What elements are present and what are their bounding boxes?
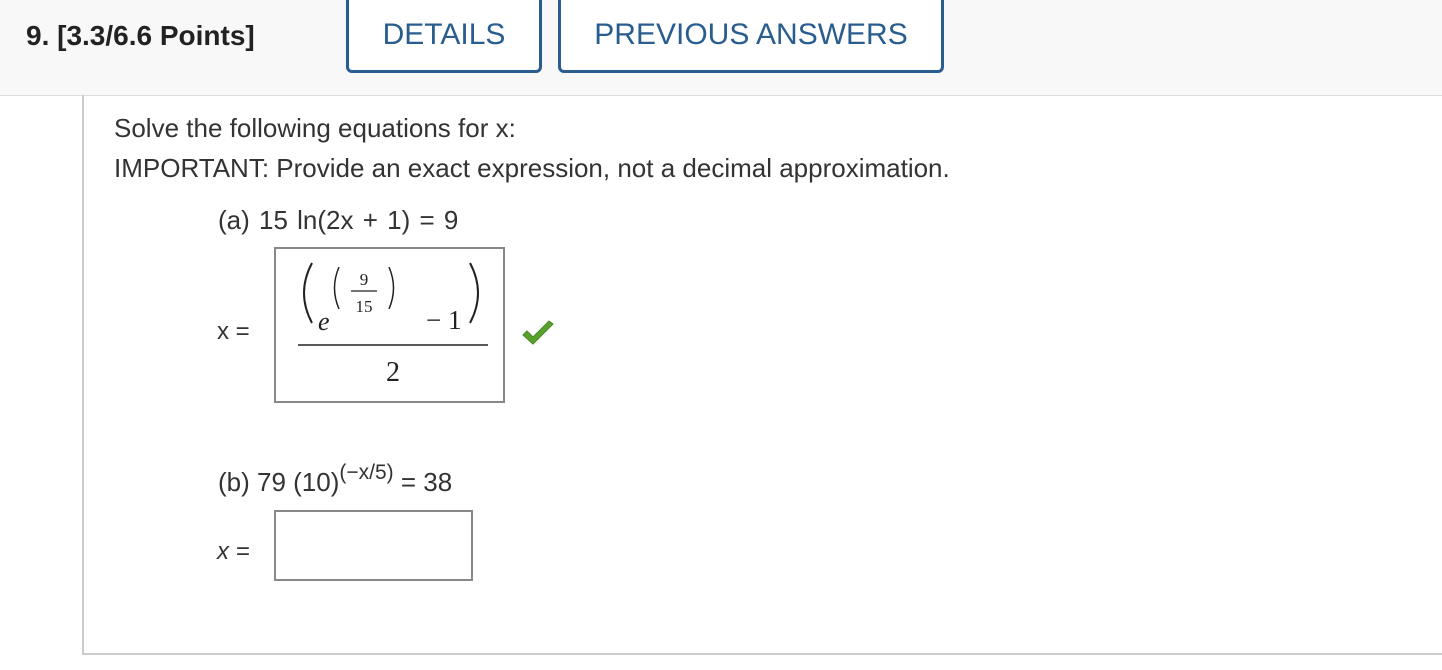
- part-a-x-label: x =: [217, 318, 250, 345]
- part-a-answer-box[interactable]: e 9 15 − 1 2: [274, 247, 505, 403]
- exponent-numerator: 9: [360, 270, 369, 289]
- question-header: 9. [3.3/6.6 Points] DETAILS PREVIOUS ANS…: [0, 0, 1442, 96]
- part-b-prompt-prefix: (b) 79 (10): [218, 467, 340, 497]
- part-b-prompt-exponent: (−x/5): [339, 461, 394, 485]
- details-button[interactable]: DETAILS: [346, 0, 542, 73]
- part-a-answer-expression: e 9 15 − 1 2: [298, 262, 488, 388]
- answer-base-e: e: [318, 307, 330, 336]
- inner-left-paren: [333, 266, 340, 310]
- part-a-prompt: (a) 15 ln(2x + 1) = 9: [218, 205, 459, 235]
- part-b-answer-input[interactable]: [274, 510, 473, 581]
- outer-right-paren: [469, 262, 479, 324]
- question-title: 9. [3.3/6.6 Points]: [26, 20, 255, 51]
- check-mark-icon: [520, 319, 556, 352]
- question-body: Solve the following equations for x: IMP…: [82, 95, 1442, 655]
- answer-denominator: 2: [386, 357, 400, 388]
- inner-right-paren: [388, 266, 395, 310]
- part-b-x-label: x =: [217, 538, 250, 565]
- important-note: IMPORTANT: Provide an exact expression, …: [114, 153, 950, 183]
- outer-left-paren: [303, 262, 313, 324]
- answer-minus-one: − 1: [426, 305, 461, 335]
- part-b-prompt-suffix: = 38: [393, 467, 453, 497]
- exponent-denominator: 15: [356, 297, 373, 316]
- part-b-prompt: (b) 79 (10)(−x/5) = 38: [218, 462, 453, 498]
- instruction-text: Solve the following equations for x:: [114, 113, 516, 143]
- previous-answers-button[interactable]: PREVIOUS ANSWERS: [558, 0, 944, 73]
